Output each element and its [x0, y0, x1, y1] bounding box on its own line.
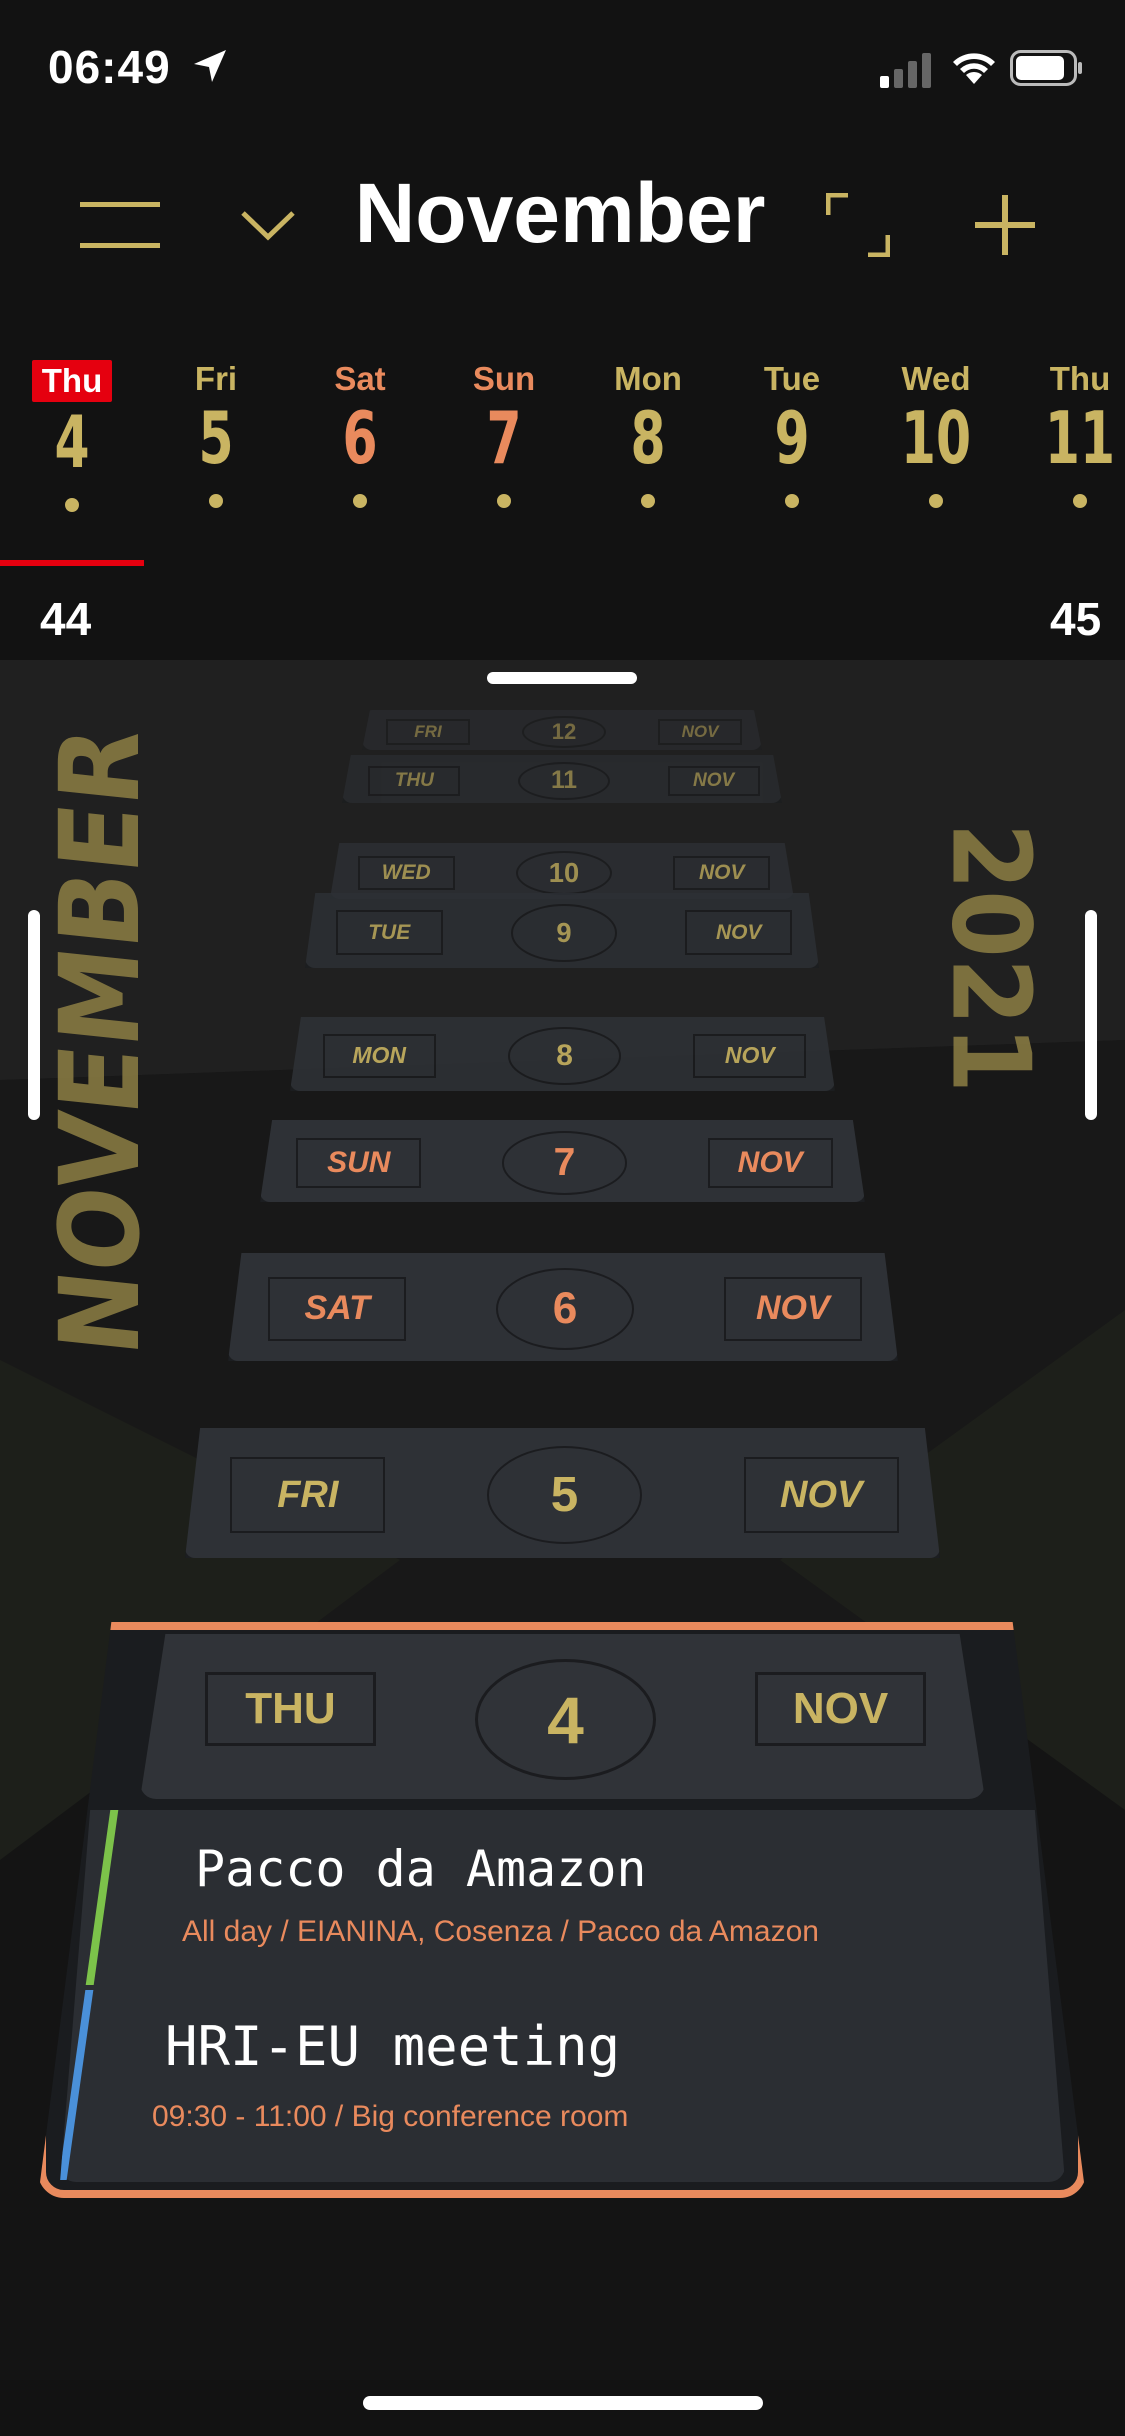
card-month: NOV	[723, 1277, 862, 1341]
day-card[interactable]: MON 8 NOV	[290, 1017, 835, 1091]
event-dot	[65, 498, 79, 512]
day-name: Mon	[614, 360, 682, 397]
wifi-icon	[953, 53, 995, 84]
add-event-button[interactable]	[955, 175, 1055, 275]
event-title: Pacco da Amazon	[195, 1840, 647, 1898]
day-column[interactable]: Tue 9	[720, 360, 864, 508]
event-dot	[641, 494, 655, 508]
card-month: NOV	[707, 1138, 833, 1188]
day-name: Tue	[763, 360, 821, 397]
event-detail: 09:30 - 11:00 / Big conference room	[152, 2100, 629, 2133]
day-name: Sun	[472, 360, 536, 397]
event-item[interactable]: Pacco da Amazon All day / EIANINA, Cosen…	[130, 1830, 1030, 1980]
side-month-label: NOVEMBER	[36, 721, 164, 1361]
day-number: 9	[774, 396, 810, 480]
today-events: Pacco da Amazon All day / EIANINA, Cosen…	[60, 1810, 1065, 2182]
card-date: 5	[487, 1446, 642, 1544]
day-card[interactable]: SUN 7 NOV	[260, 1120, 865, 1202]
today-date: 4	[475, 1659, 656, 1780]
location-arrow-icon	[194, 50, 226, 82]
card-date: 9	[510, 903, 618, 962]
day-number: 7	[486, 396, 522, 480]
event-dot	[785, 494, 799, 508]
card-date: 7	[502, 1131, 627, 1195]
right-scroll-handle[interactable]	[1085, 910, 1097, 1120]
day-column[interactable]: Sat 6	[288, 360, 432, 508]
fullscreen-button[interactable]	[808, 175, 908, 275]
card-month: NOV	[658, 719, 742, 745]
chevron-down-icon	[241, 211, 295, 241]
plus-icon	[975, 195, 1035, 255]
card-date: 11	[518, 761, 610, 801]
home-indicator[interactable]	[363, 2396, 763, 2410]
today-card-header[interactable]: THU 4 NOV	[140, 1634, 985, 1799]
today-weekday: THU	[205, 1672, 376, 1746]
card-weekday: THU	[368, 765, 461, 797]
left-scroll-handle[interactable]	[28, 910, 40, 1120]
day-card[interactable]: WED 10 NOV	[330, 843, 794, 899]
menu-button[interactable]	[70, 175, 170, 275]
card-weekday: SUN	[296, 1138, 422, 1188]
battery-icon	[1010, 50, 1082, 86]
card-month: NOV	[685, 909, 793, 956]
today-indicator-line	[0, 560, 144, 566]
card-month: NOV	[667, 765, 760, 797]
event-dot	[929, 494, 943, 508]
day-column[interactable]: Thu 11	[1008, 360, 1125, 508]
today-month: NOV	[755, 1672, 926, 1746]
event-dot	[1073, 494, 1087, 508]
day-number: 11	[1044, 396, 1116, 480]
menu-icon	[80, 202, 160, 248]
event-title: HRI-EU meeting	[165, 2015, 621, 2078]
event-dot	[209, 494, 223, 508]
event-dot	[353, 494, 367, 508]
card-date: 10	[515, 850, 613, 896]
day-name: Sat	[334, 360, 386, 397]
card-weekday: MON	[322, 1033, 436, 1079]
status-time: 06:49	[48, 41, 171, 93]
card-weekday: FRI	[230, 1457, 386, 1533]
drag-handle[interactable]	[487, 672, 637, 684]
day-column[interactable]: Sun 7	[432, 360, 576, 508]
day-name: Fri	[194, 360, 238, 397]
day-card[interactable]: TUE 9 NOV	[305, 893, 819, 968]
day-name: Thu	[1049, 360, 1111, 397]
day-number: 5	[198, 396, 234, 480]
card-weekday: WED	[357, 855, 455, 891]
day-name: Thu	[31, 360, 113, 402]
day-card[interactable]: SAT 6 NOV	[228, 1253, 898, 1361]
card-date: 12	[522, 715, 606, 749]
card-month: NOV	[693, 1033, 807, 1079]
week-number-next: 45	[1050, 593, 1102, 645]
day-column[interactable]: Fri 5	[144, 360, 288, 508]
card-date: 8	[508, 1027, 621, 1085]
day-number: 8	[630, 396, 666, 480]
day-number: 6	[342, 396, 378, 480]
day-card[interactable]: FRI 12 NOV	[362, 710, 762, 750]
card-month: NOV	[743, 1457, 899, 1533]
card-weekday: TUE	[335, 909, 443, 956]
day-column[interactable]: Thu 4	[0, 360, 144, 512]
card-month: NOV	[673, 855, 771, 891]
card-date: 6	[496, 1268, 634, 1350]
event-item[interactable]: HRI-EU meeting 09:30 - 11:00 / Big confe…	[100, 2010, 1030, 2170]
day-card[interactable]: THU 11 NOV	[342, 755, 782, 803]
day-name: Wed	[901, 360, 971, 397]
day-number: 4	[54, 400, 90, 484]
day-number: 10	[900, 396, 972, 480]
event-color-bar	[85, 1810, 119, 1985]
day-card[interactable]: FRI 5 NOV	[185, 1428, 940, 1558]
card-weekday: SAT	[268, 1277, 407, 1341]
side-year-label: 2021	[927, 822, 1053, 1093]
cellular-signal-icon	[880, 53, 931, 88]
day-column[interactable]: Wed 10	[864, 360, 1008, 508]
fullscreen-icon	[826, 193, 890, 257]
event-dot	[497, 494, 511, 508]
event-detail: All day / EIANINA, Cosenza / Pacco da Am…	[182, 1915, 819, 1948]
week-number-current: 44	[40, 593, 92, 645]
day-column[interactable]: Mon 8	[576, 360, 720, 508]
month-title[interactable]: November	[300, 165, 820, 262]
card-weekday: FRI	[386, 719, 470, 745]
